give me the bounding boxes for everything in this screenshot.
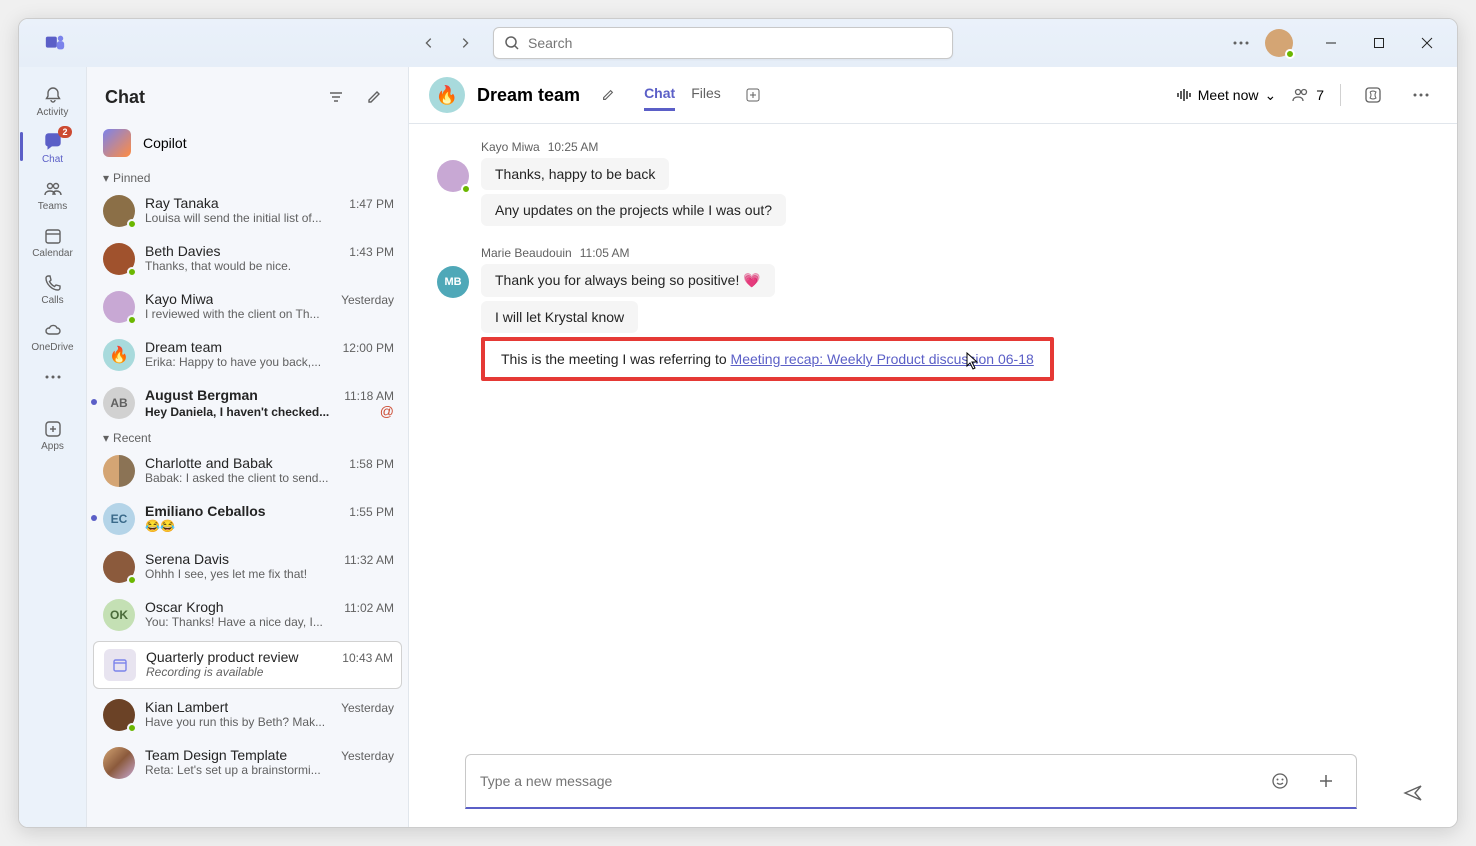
fire-icon: 🔥 — [103, 339, 135, 371]
people-icon — [1292, 87, 1310, 103]
filter-button[interactable] — [320, 81, 352, 113]
chat-item-dream-team[interactable]: 🔥 Dream team12:00 PMErika: Happy to have… — [87, 331, 408, 379]
message-bubble[interactable]: Thank you for always being so positive! … — [481, 264, 775, 297]
apps-icon — [41, 417, 65, 441]
rail-onedrive[interactable]: OneDrive — [20, 312, 86, 357]
phone-icon — [41, 271, 65, 295]
chat-main: 🔥 Dream team Chat Files Meet now ⌄ — [409, 67, 1457, 827]
audio-wave-icon — [1176, 87, 1192, 103]
recent-section[interactable]: ▾ Recent — [87, 427, 408, 447]
group-fire-icon: 🔥 — [429, 77, 465, 113]
message-bubble[interactable]: I will let Krystal know — [481, 301, 638, 333]
close-button[interactable] — [1405, 27, 1449, 59]
rail-teams[interactable]: Teams — [20, 171, 86, 216]
tab-files[interactable]: Files — [691, 79, 721, 111]
chevron-down-icon: ▾ — [103, 171, 109, 185]
maximize-button[interactable] — [1357, 27, 1401, 59]
chat-item-ray[interactable]: Ray Tanaka1:47 PMLouisa will send the in… — [87, 187, 408, 235]
search-box[interactable] — [493, 27, 953, 59]
mention-icon: @ — [380, 403, 394, 419]
chat-item-august[interactable]: AB August Bergman11:18 AMHey Daniela, I … — [87, 379, 408, 427]
tab-chat[interactable]: Chat — [644, 79, 675, 111]
message-bubble[interactable]: Thanks, happy to be back — [481, 158, 669, 190]
ellipsis-icon — [41, 365, 65, 389]
meet-now-button[interactable]: Meet now ⌄ — [1176, 87, 1276, 104]
chat-item-serena[interactable]: Serena Davis11:32 AMOhhh I see, yes let … — [87, 543, 408, 591]
highlighted-message: This is the meeting I was referring to M… — [481, 337, 1054, 381]
chat-badge: 2 — [58, 126, 71, 138]
message-composer — [465, 754, 1357, 809]
calendar-icon — [104, 649, 136, 681]
chat-item-quarterly-review[interactable]: Quarterly product review10:43 AMRecordin… — [93, 641, 402, 689]
chat-more-button[interactable] — [1405, 79, 1437, 111]
chat-list-panel: Chat Copilot ▾ Pinned Ray Tanaka1:47 PML… — [87, 67, 409, 827]
composer-input[interactable] — [480, 773, 1264, 789]
add-tab-button[interactable] — [737, 79, 769, 111]
pinned-section[interactable]: ▾ Pinned — [87, 167, 408, 187]
search-input[interactable] — [528, 35, 942, 51]
chat-item-oscar[interactable]: OK Oscar Krogh11:02 AMYou: Thanks! Have … — [87, 591, 408, 639]
rail-calls[interactable]: Calls — [20, 265, 86, 310]
message-list: Kayo Miwa10:25 AM Thanks, happy to be ba… — [409, 124, 1457, 754]
chevron-down-icon: ▾ — [103, 431, 109, 445]
edit-title-button[interactable] — [592, 79, 624, 111]
participants-button[interactable]: 7 — [1292, 87, 1324, 103]
copilot-header-button[interactable] — [1357, 79, 1389, 111]
titlebar — [19, 19, 1457, 67]
current-user-avatar[interactable] — [1265, 29, 1293, 57]
nav-forward-button[interactable] — [449, 27, 481, 59]
rail-apps[interactable]: Apps — [20, 411, 86, 456]
rail-activity[interactable]: Activity — [20, 77, 86, 122]
chat-item-beth[interactable]: Beth Davies1:43 PMThanks, that would be … — [87, 235, 408, 283]
rail-chat[interactable]: 2 Chat — [20, 124, 86, 169]
minimize-button[interactable] — [1309, 27, 1353, 59]
search-icon — [504, 35, 520, 51]
chat-item-emiliano[interactable]: EC Emiliano Ceballos1:55 PM😂😂 — [87, 495, 408, 543]
nav-back-button[interactable] — [413, 27, 445, 59]
copilot-icon — [103, 129, 131, 157]
rail-more[interactable] — [20, 359, 86, 393]
chat-header: 🔥 Dream team Chat Files Meet now ⌄ — [409, 67, 1457, 124]
message-bubble[interactable]: Any updates on the projects while I was … — [481, 194, 786, 226]
calendar-icon — [41, 224, 65, 248]
people-icon — [41, 177, 65, 201]
chat-item-charlotte-babak[interactable]: Charlotte and Babak1:58 PMBabak: I asked… — [87, 447, 408, 495]
rail-calendar[interactable]: Calendar — [20, 218, 86, 263]
cloud-icon — [41, 318, 65, 342]
app-rail: Activity 2 Chat Teams Calendar Calls — [19, 67, 87, 827]
bell-icon — [41, 83, 65, 107]
add-attachment-button[interactable] — [1310, 765, 1342, 797]
chat-item-kayo[interactable]: Kayo MiwaYesterdayI reviewed with the cl… — [87, 283, 408, 331]
app-window: Activity 2 Chat Teams Calendar Calls — [18, 18, 1458, 828]
send-button[interactable] — [1397, 777, 1429, 809]
new-chat-button[interactable] — [358, 81, 390, 113]
more-options-button[interactable] — [1225, 27, 1257, 59]
chat-item-kian[interactable]: Kian LambertYesterdayHave you run this b… — [87, 691, 408, 739]
chat-title: Dream team — [477, 85, 580, 106]
emoji-button[interactable] — [1264, 765, 1296, 797]
meeting-recap-link[interactable]: Meeting recap: Weekly Product discussion… — [731, 351, 1034, 367]
copilot-item[interactable]: Copilot — [87, 119, 408, 167]
teams-logo — [39, 27, 71, 59]
chat-item-team-design[interactable]: Team Design TemplateYesterdayReta: Let's… — [87, 739, 408, 787]
message-bubble[interactable]: This is the meeting I was referring to M… — [495, 347, 1040, 371]
chat-list-title: Chat — [105, 87, 145, 108]
chevron-down-icon: ⌄ — [1264, 87, 1276, 104]
